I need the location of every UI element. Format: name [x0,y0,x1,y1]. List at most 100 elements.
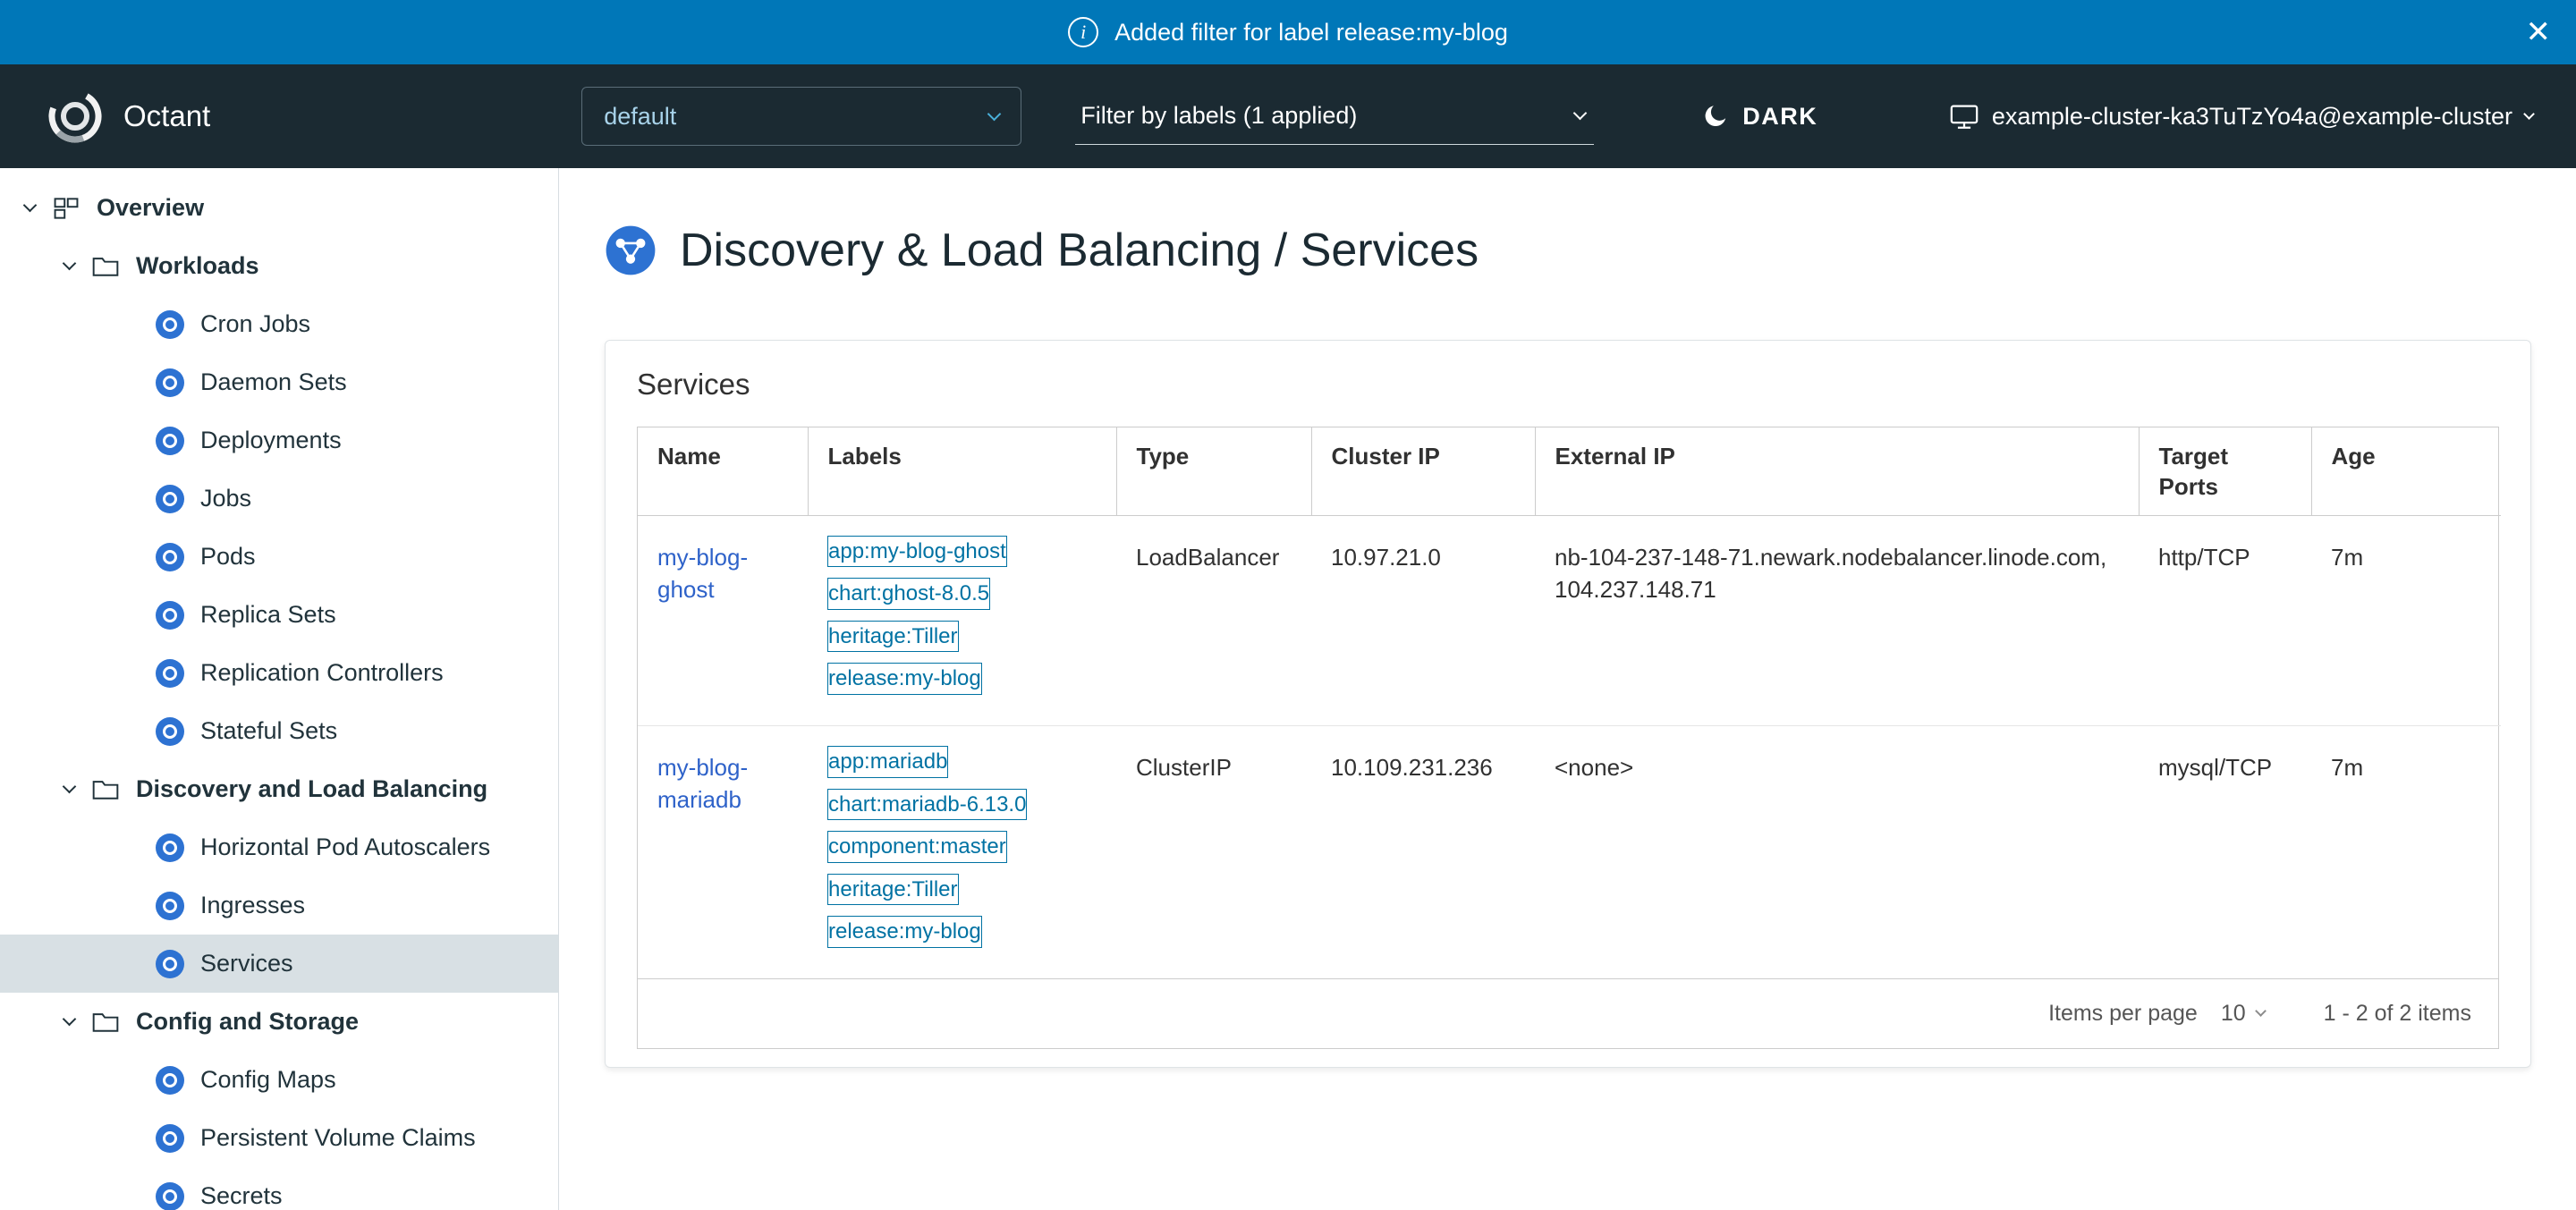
folder-icon [91,775,120,804]
namespace-dropdown[interactable]: default [581,87,1021,146]
sidebar-group-config-and-storage[interactable]: Config and Storage [0,993,558,1051]
ingresses-icon [156,892,184,920]
app-header: Octant default Filter by labels (1 appli… [0,64,2576,168]
dark-theme-toggle[interactable]: DARK [1701,102,1818,131]
main-content: Discovery & Load Balancing / Services Se… [559,168,2576,1210]
label-pill[interactable]: release:my-blog [827,663,982,695]
column-header-labels: Labels [808,427,1116,515]
name-cell: my-blog-mariadb [638,725,808,977]
chevron-down-icon[interactable] [23,206,36,210]
daemon-sets-icon [156,368,184,397]
column-header-cluster-ip: Cluster IP [1311,427,1535,515]
sidebar-item-label: Jobs [200,485,251,512]
sidebar-item-persistent-volume-claims[interactable]: Persistent Volume Claims [0,1109,558,1167]
label-pill[interactable]: release:my-blog [827,916,982,948]
sidebar-item-cron-jobs[interactable]: Cron Jobs [0,295,558,353]
cron-jobs-icon [156,310,184,339]
page-size-select[interactable]: 10 [2221,1001,2265,1027]
replication-controllers-icon [156,659,184,688]
sidebar-item-jobs[interactable]: Jobs [0,470,558,528]
label-pill[interactable]: heritage:Tiller [827,621,959,653]
chevron-down-icon [2255,1005,2267,1017]
sidebar-group-label: Discovery and Load Balancing [136,775,487,803]
sidebar-item-config-maps[interactable]: Config Maps [0,1051,558,1109]
cluster-context-dropdown[interactable]: example-cluster-ka3TuTzYo4a@example-clus… [1949,101,2533,131]
sidebar-item-label: Cron Jobs [200,310,310,338]
sidebar-item-stateful-sets[interactable]: Stateful Sets [0,702,558,760]
sidebar-item-daemon-sets[interactable]: Daemon Sets [0,353,558,411]
external-ip-cell: <none> [1535,725,2139,977]
sidebar-item-label: Ingresses [200,892,305,919]
stateful-sets-icon [156,717,184,746]
sidebar-item-label: Daemon Sets [200,368,347,396]
sidebar-item-pods[interactable]: Pods [0,528,558,586]
label-filter-dropdown[interactable]: Filter by labels (1 applied) [1075,88,1594,145]
name-cell: my-blog-ghost [638,515,808,725]
notification-text: Added filter for label release:my-blog [1114,19,1508,47]
column-header-type: Type [1116,427,1311,515]
sidebar-item-label: Replication Controllers [200,659,444,687]
sidebar-item-label: Persistent Volume Claims [200,1124,476,1152]
sidebar-item-label: Replica Sets [200,601,336,629]
sidebar-group-discovery-and-load-balancing[interactable]: Discovery and Load Balancing [0,760,558,818]
sidebar-item-label: Secrets [200,1182,283,1210]
target-ports-cell: mysql/TCP [2139,725,2311,977]
chevron-down-icon [1573,106,1588,121]
replica-sets-icon [156,601,184,630]
label-filter-text: Filter by labels (1 applied) [1080,102,1357,130]
sidebar-item-horizontal-pod-autoscalers[interactable]: Horizontal Pod Autoscalers [0,818,558,876]
sidebar-item-replication-controllers[interactable]: Replication Controllers [0,644,558,702]
sidebar-group-workloads[interactable]: Workloads [0,237,558,295]
chevron-down-icon[interactable] [63,1020,75,1024]
chevron-down-icon[interactable] [63,264,75,268]
page-title: Discovery & Load Balancing / Services [605,224,2531,277]
namespace-value: default [604,103,676,131]
pods-icon [156,543,184,571]
column-header-external-ip: External IP [1535,427,2139,515]
type-cell: LoadBalancer [1116,515,1311,725]
sidebar-item-ingresses[interactable]: Ingresses [0,876,558,935]
label-pill[interactable]: heritage:Tiller [827,874,959,906]
config-maps-icon [156,1066,184,1095]
sidebar-item-label: Overview [97,194,204,222]
items-per-page-label: Items per page [2048,1001,2198,1027]
target-ports-cell: http/TCP [2139,515,2311,725]
notification-banner: i Added filter for label release:my-blog… [0,0,2576,64]
table-row: my-blog-mariadb app:mariadb chart:mariad… [638,725,2501,977]
sidebar-item-deployments[interactable]: Deployments [0,411,558,470]
sidebar-item-label: Services [200,950,293,977]
sidebar-item-secrets[interactable]: Secrets [0,1167,558,1210]
close-icon[interactable]: ✕ [2526,17,2552,47]
sidebar-group-label: Config and Storage [136,1008,359,1036]
sidebar-item-label: Horizontal Pod Autoscalers [200,833,490,861]
label-pill[interactable]: component:master [827,831,1007,863]
cluster-ip-cell: 10.97.21.0 [1311,515,1535,725]
theme-toggle-label: DARK [1742,103,1818,131]
label-pill[interactable]: app:mariadb [827,746,948,778]
overview-icon [52,194,80,223]
pagination-footer: Items per page 10 1 - 2 of 2 items [638,978,2498,1048]
type-cell: ClusterIP [1116,725,1311,977]
label-pill[interactable]: app:my-blog-ghost [827,536,1007,568]
sidebar-group-label: Workloads [136,252,259,280]
sidebar: Overview Workloads Cron Jobs Daemon Sets… [0,168,559,1210]
cluster-icon [1949,101,1979,131]
chevron-down-icon[interactable] [63,787,75,791]
service-link[interactable]: my-blog-ghost [657,544,748,603]
table-header-row: Name Labels Type Cluster IP External IP … [638,427,2501,515]
chevron-down-icon [2523,108,2535,120]
label-pill[interactable]: chart:ghost-8.0.5 [827,578,990,610]
load-balancer-icon [605,224,657,276]
labels-cell: app:mariadb chart:mariadb-6.13.0 compone… [808,725,1116,977]
sidebar-item-overview[interactable]: Overview [0,179,558,237]
services-table: Name Labels Type Cluster IP External IP … [638,427,2501,978]
folder-icon [91,252,120,281]
age-cell: 7m [2311,725,2501,977]
jobs-icon [156,485,184,513]
sidebar-item-replica-sets[interactable]: Replica Sets [0,586,558,644]
persistent-volume-claims-icon [156,1124,184,1153]
card-title: Services [637,368,2499,402]
service-link[interactable]: my-blog-mariadb [657,754,748,813]
label-pill[interactable]: chart:mariadb-6.13.0 [827,789,1027,821]
sidebar-item-services[interactable]: Services [0,935,558,993]
